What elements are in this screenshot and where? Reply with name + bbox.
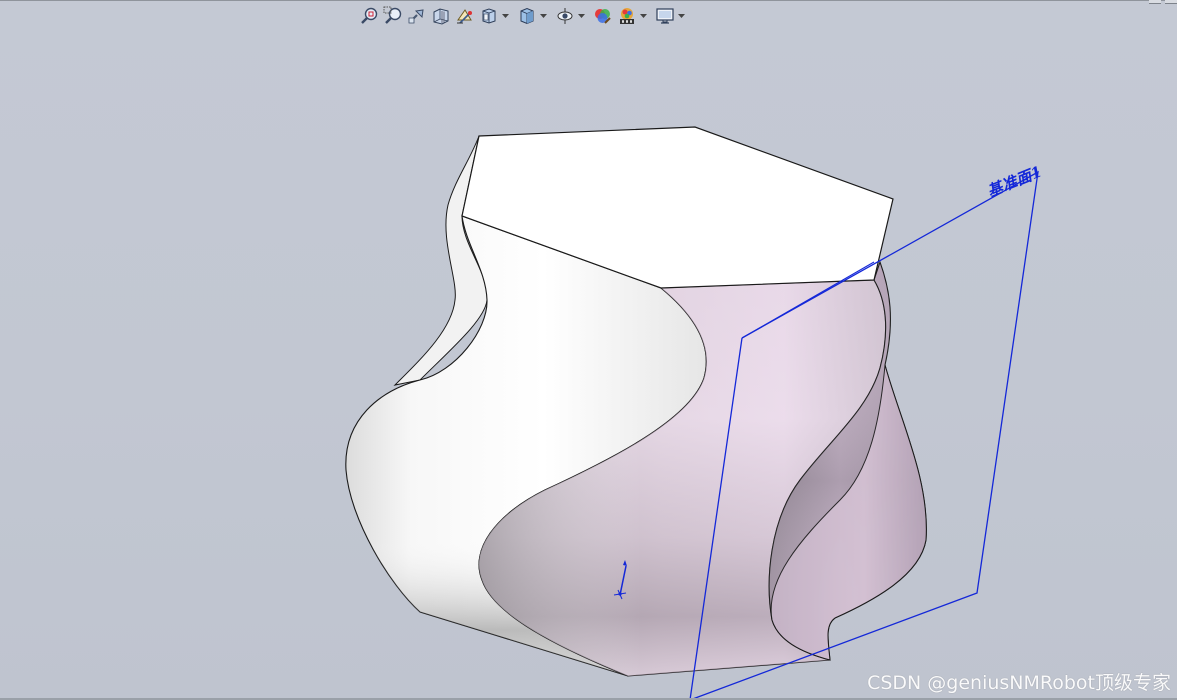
graphics-viewport[interactable]: 基准面1 CSDN @geniusNMRobot顶级专家 [0, 0, 1177, 700]
watermark-text: CSDN @geniusNMRobot顶级专家 [867, 672, 1171, 694]
model-view[interactable] [0, 0, 1177, 700]
